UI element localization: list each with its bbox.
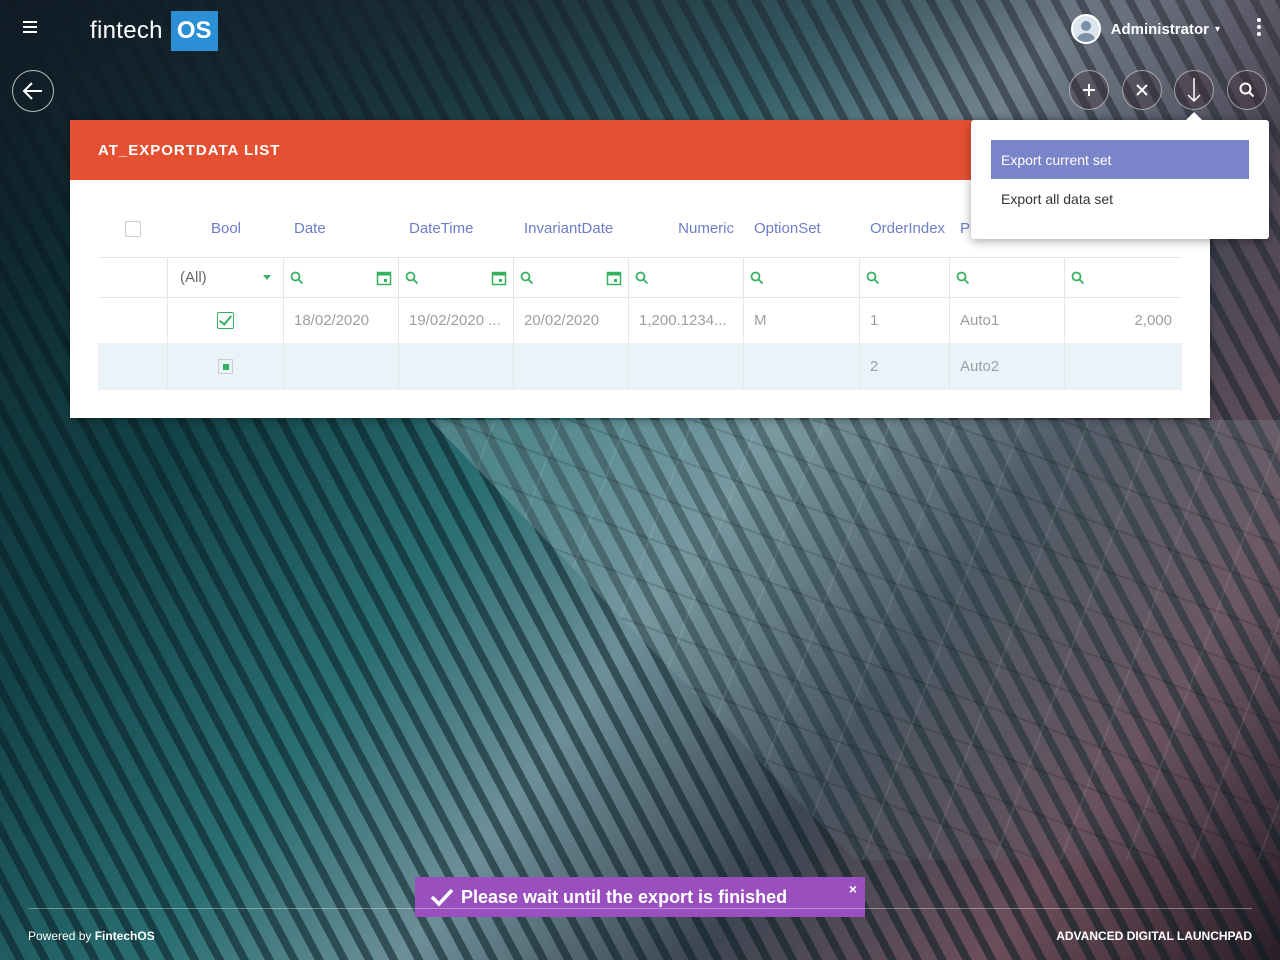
logo-text: fintech <box>90 17 163 44</box>
search-icon <box>405 271 419 284</box>
orderindex-cell: 2 <box>860 344 950 389</box>
date-filter[interactable] <box>284 258 399 297</box>
search-icon <box>1239 82 1255 98</box>
numeric-cell <box>629 344 744 389</box>
last-cell <box>1065 344 1182 389</box>
calendar-icon[interactable] <box>606 270 622 286</box>
column-header-bool[interactable]: Bool <box>168 200 284 257</box>
search-icon <box>1071 271 1085 284</box>
close-icon[interactable]: × <box>849 881 857 897</box>
invariantdate-cell: 20/02/2020 <box>514 298 629 343</box>
datetime-cell <box>399 344 514 389</box>
optionset-cell <box>744 344 860 389</box>
datetime-filter[interactable] <box>399 258 514 297</box>
column-header-invariantdate[interactable]: InvariantDate <box>514 200 629 257</box>
dropdown-arrow-icon <box>263 275 271 280</box>
column-header-date[interactable]: Date <box>284 200 399 257</box>
checked-checkbox-icon <box>217 312 234 329</box>
search-icon <box>956 271 970 284</box>
search-icon <box>520 271 534 284</box>
arrow-left-icon <box>22 82 42 100</box>
select-all-cell <box>98 200 168 257</box>
export-current-set-option[interactable]: Export current set <box>991 140 1249 179</box>
search-icon <box>866 271 880 284</box>
export-button[interactable] <box>1174 70 1214 110</box>
row-select-cell <box>98 344 168 389</box>
caret-down-icon: ▾ <box>1214 23 1220 35</box>
p-cell: Auto2 <box>950 344 1065 389</box>
search-button[interactable] <box>1227 70 1267 110</box>
table-row[interactable]: 18/02/2020 19/02/2020 ... 20/02/2020 1,2… <box>98 298 1182 344</box>
numeric-filter[interactable] <box>629 258 744 297</box>
column-header-datetime[interactable]: DateTime <box>399 200 514 257</box>
avatar <box>1070 14 1101 44</box>
p-filter[interactable] <box>950 258 1065 297</box>
background-building-glass <box>430 420 1280 860</box>
footer-app-name: ADVANCED DIGITAL LAUNCHPAD <box>1056 929 1252 943</box>
checkmark-icon <box>430 888 454 907</box>
invariantdate-filter[interactable] <box>514 258 629 297</box>
logo[interactable]: fintech OS <box>90 10 218 52</box>
search-icon <box>750 271 764 284</box>
download-arrow-icon <box>1187 78 1201 103</box>
powered-by-prefix: Powered by <box>28 929 92 943</box>
last-cell: 2,000 <box>1134 312 1172 329</box>
bool-cell <box>168 344 284 389</box>
search-icon <box>290 271 304 284</box>
bool-filter-value: (All) <box>180 269 207 286</box>
menu-icon[interactable] <box>18 18 42 42</box>
bool-filter-dropdown[interactable]: (All) <box>168 258 284 297</box>
logo-badge: OS <box>170 11 218 51</box>
footer-divider <box>28 908 1252 909</box>
orderindex-filter[interactable] <box>860 258 950 297</box>
close-icon <box>1136 84 1148 96</box>
grid-filter-row: (All) <box>98 258 1182 298</box>
last-filter[interactable] <box>1065 258 1182 297</box>
export-all-data-set-option[interactable]: Export all data set <box>991 179 1249 218</box>
delete-button[interactable] <box>1122 70 1162 110</box>
date-cell <box>284 344 399 389</box>
row-select-cell <box>98 298 168 343</box>
optionset-filter[interactable] <box>744 258 860 297</box>
filter-cell-empty <box>98 258 168 297</box>
toast-message: Please wait until the export is finished <box>461 886 788 907</box>
search-icon <box>635 271 649 284</box>
optionset-cell: M <box>744 298 860 343</box>
numeric-cell: 1,200.1234... <box>629 298 744 343</box>
more-options-icon[interactable] <box>1256 18 1262 40</box>
p-cell: Auto1 <box>950 298 1065 343</box>
column-header-numeric[interactable]: Numeric <box>629 200 744 257</box>
orderindex-cell: 1 <box>860 298 950 343</box>
user-menu[interactable]: Administrator ▾ <box>1070 14 1220 44</box>
plus-icon <box>1083 84 1095 96</box>
table-row[interactable]: 2 Auto2 <box>98 344 1182 390</box>
calendar-icon[interactable] <box>491 270 507 286</box>
powered-by: Powered by FintechOS <box>28 929 155 943</box>
select-all-checkbox[interactable] <box>125 220 141 237</box>
calendar-icon[interactable] <box>376 270 392 286</box>
back-button[interactable] <box>12 70 54 112</box>
bool-cell <box>168 298 284 343</box>
add-button[interactable] <box>1069 70 1109 110</box>
date-cell: 18/02/2020 <box>284 298 399 343</box>
invariantdate-cell <box>514 344 629 389</box>
column-header-orderindex[interactable]: OrderIndex <box>860 200 950 257</box>
export-toast: Please wait until the export is finished… <box>415 877 865 917</box>
datetime-cell: 19/02/2020 ... <box>399 298 514 343</box>
powered-by-brand[interactable]: FintechOS <box>95 929 155 943</box>
column-header-optionset[interactable]: OptionSet <box>744 200 860 257</box>
export-menu: Export current set Export all data set <box>971 112 1269 239</box>
indeterminate-checkbox-icon <box>218 359 233 374</box>
user-name: Administrator <box>1110 20 1209 38</box>
